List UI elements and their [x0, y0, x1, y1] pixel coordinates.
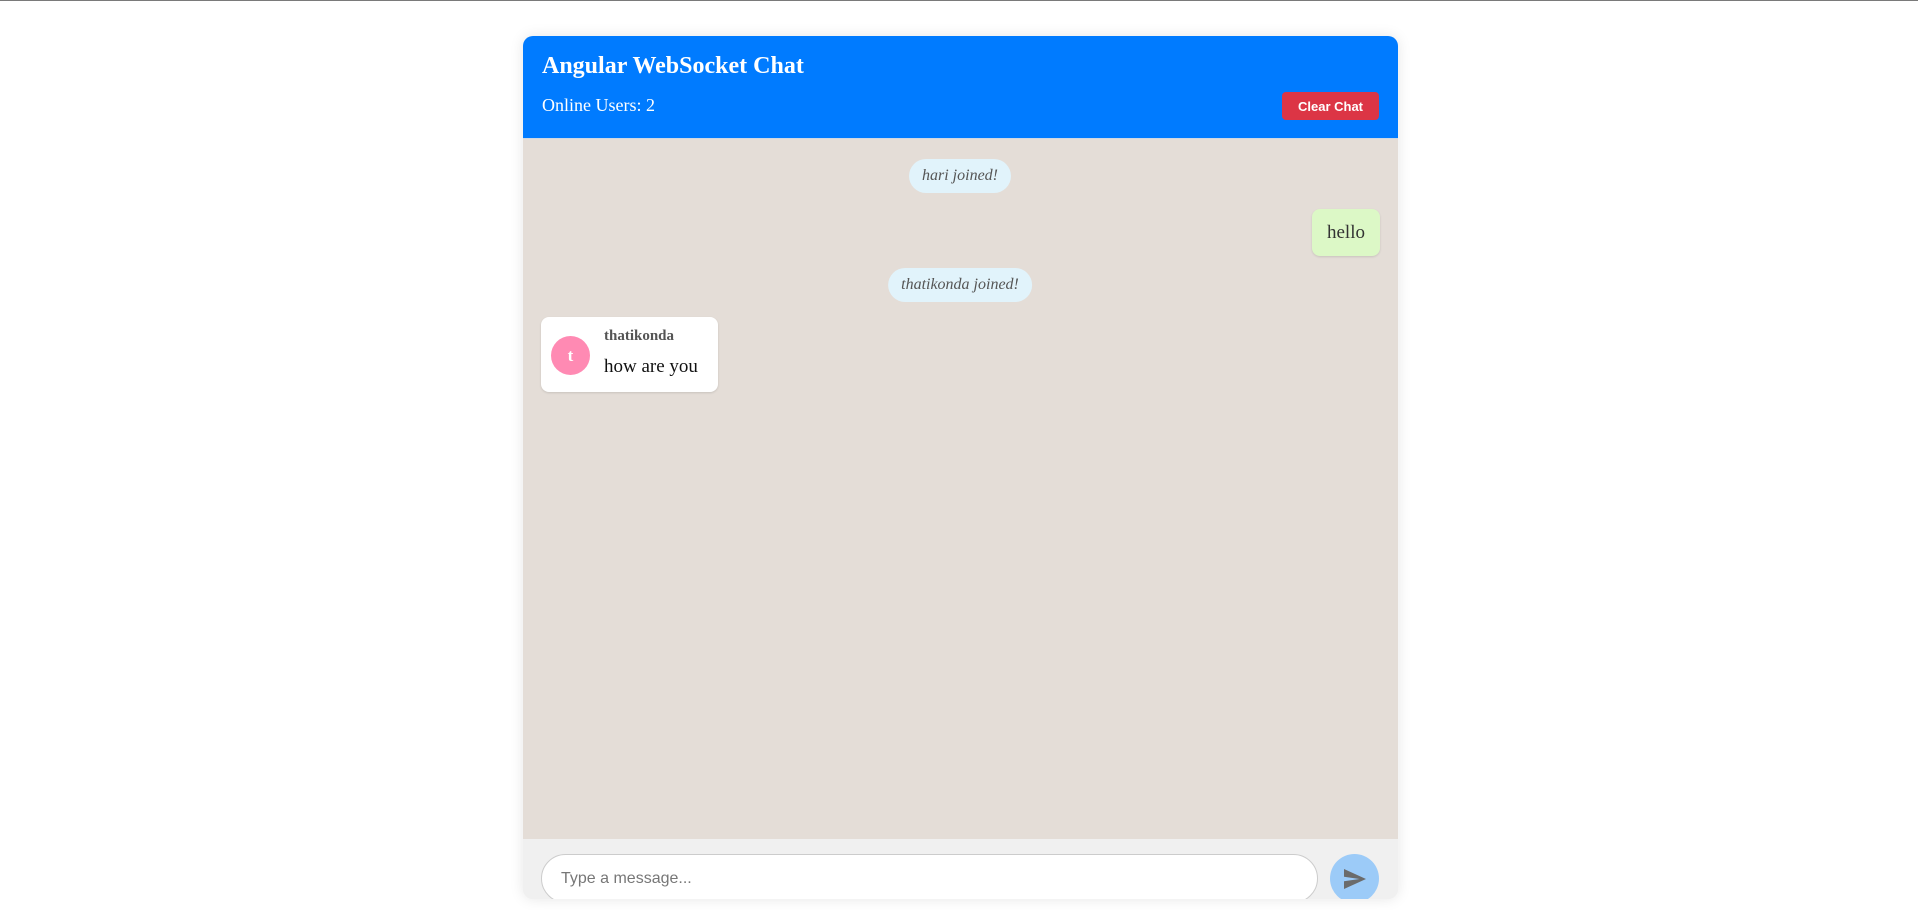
message-composer — [523, 839, 1398, 899]
message-sender: thatikonda — [604, 328, 675, 344]
chat-title: Angular WebSocket Chat — [542, 53, 804, 79]
clear-chat-button[interactable]: Clear Chat — [1282, 92, 1379, 120]
chat-header: Angular WebSocket Chat Online Users: 2 C… — [523, 36, 1398, 138]
send-button[interactable] — [1330, 854, 1379, 899]
top-divider — [0, 0, 1918, 1]
avatar: t — [551, 336, 590, 375]
message-list[interactable]: hari joined! hello thatikonda joined! t … — [523, 138, 1398, 839]
chat-window: Angular WebSocket Chat Online Users: 2 C… — [523, 36, 1398, 899]
message-input[interactable] — [541, 854, 1318, 899]
own-message-bubble: hello — [1312, 209, 1380, 256]
system-message: thatikonda joined! — [888, 268, 1032, 302]
online-users-count: Online Users: 2 — [542, 95, 655, 115]
message-text: how are you — [604, 356, 698, 377]
send-icon — [1344, 869, 1366, 889]
incoming-message-bubble: t thatikonda how are you — [541, 317, 718, 392]
system-message: hari joined! — [909, 159, 1011, 193]
